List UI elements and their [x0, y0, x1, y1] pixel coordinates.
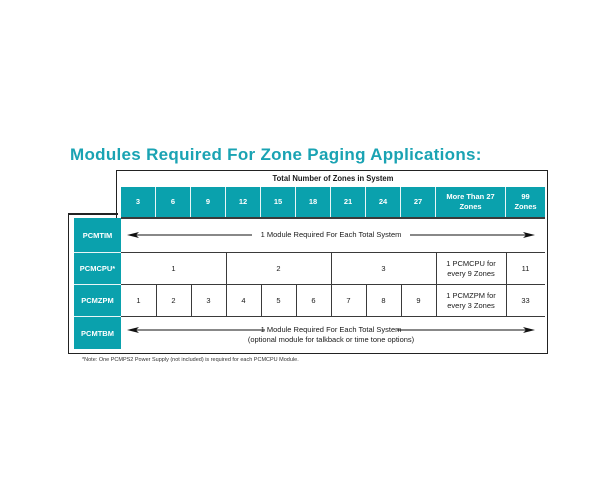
arrow-right-icon — [410, 232, 535, 238]
row-label-pcmcpu: PCMCPU* — [74, 253, 121, 285]
footnote: *Note: One PCMPS2 Power Supply (not incl… — [82, 357, 299, 363]
arrow-left-icon — [127, 232, 252, 238]
table-cell: 9 — [416, 296, 421, 305]
table-cell: 1 — [171, 264, 176, 273]
column-header: 21 — [331, 187, 366, 217]
arrow-left-icon — [127, 327, 265, 333]
column-header: 18 — [296, 187, 331, 217]
table-cell: 4 — [241, 296, 246, 305]
column-header: 27 — [401, 187, 436, 217]
column-header: 3 — [121, 187, 156, 217]
table-cell: 11 — [521, 264, 530, 273]
frame-divider — [68, 213, 118, 215]
arrow-graphic — [127, 232, 535, 238]
row-label-pcmtbm: PCMTBM — [74, 317, 121, 349]
column-header: 6 — [156, 187, 191, 217]
row-label-pcmzpm: PCMZPM — [74, 285, 121, 317]
span-arrow-row: 1 Module Required For Each Total System — [125, 218, 537, 253]
row-label-pcmtim: PCMTIM — [74, 218, 121, 253]
arrow-graphic — [127, 327, 535, 333]
table-cell: 33 — [521, 296, 530, 305]
table-cell: 1 PCMCPU for every 9 Zones — [446, 259, 496, 278]
table-cell: 3 — [381, 264, 386, 273]
column-header: 99 Zones — [506, 187, 545, 217]
table-cell: 8 — [381, 296, 386, 305]
table-cell: 5 — [276, 296, 281, 305]
table-cell: 2 — [171, 296, 176, 305]
table-cell: 1 — [136, 296, 141, 305]
column-header: More Than 27 Zones — [436, 187, 506, 217]
column-header: 9 — [191, 187, 226, 217]
table-cell: 6 — [311, 296, 316, 305]
table-cell: 1 PCMZPM for every 3 Zones — [446, 291, 496, 310]
column-header: 15 — [261, 187, 296, 217]
zones-header-title: Total Number of Zones in System — [272, 173, 394, 183]
table-cell: 3 — [206, 296, 211, 305]
arrow-right-icon — [397, 327, 535, 333]
table-cell: 2 — [276, 264, 281, 273]
span-arrow-row: 1 Module Required For Each Total System(… — [125, 317, 537, 349]
column-header: 24 — [366, 187, 401, 217]
column-header: 12 — [226, 187, 261, 217]
table-cell: 7 — [346, 296, 351, 305]
page-title: Modules Required For Zone Paging Applica… — [70, 145, 482, 164]
